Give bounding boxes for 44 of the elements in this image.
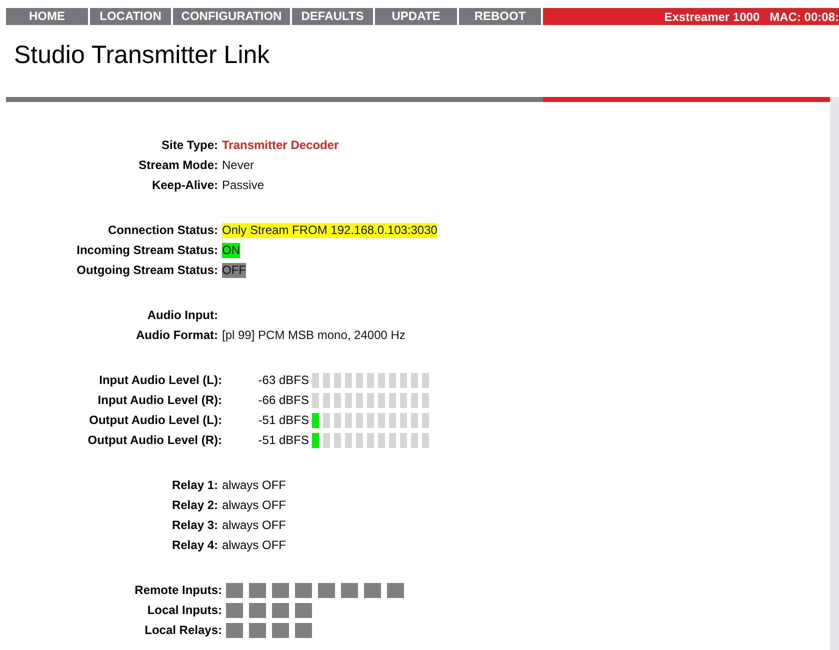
indicator-label: Local Relays:: [144, 622, 223, 639]
field-value: [pl 99] PCM MSB mono, 24000 Hz: [222, 328, 406, 342]
relay-value: always OFF: [222, 537, 286, 554]
field-value: OFF: [222, 262, 246, 278]
meter-label: Output Audio Level (L):: [88, 412, 222, 429]
meter-label: Input Audio Level (L):: [98, 372, 222, 389]
meter-reading: -51 dBFS: [257, 432, 310, 449]
relay-value: always OFF: [222, 477, 286, 494]
field-value: Never: [222, 158, 254, 172]
indicator-label: Remote Inputs:: [134, 582, 223, 599]
meter-label: Input Audio Level (R):: [96, 392, 222, 409]
relay-label: Relay 2:: [170, 497, 219, 514]
nav-tab[interactable]: CONFIGURATION: [173, 8, 290, 25]
nav-tab[interactable]: UPDATE: [375, 8, 457, 25]
field-value: Transmitter Decoder: [222, 138, 339, 152]
field-value: Only Stream FROM 192.168.0.103:3030: [222, 222, 438, 238]
field-label: Audio Format:: [135, 327, 219, 344]
meter-reading: -51 dBFS: [257, 412, 310, 429]
indicator-label: Local Inputs:: [146, 602, 223, 619]
mac-address: MAC: 00:08:: [770, 8, 839, 25]
field-value: Passive: [222, 178, 264, 192]
nav-tab[interactable]: DEFAULTS: [292, 8, 373, 25]
relay-label: Relay 3:: [170, 517, 219, 534]
nav-tab[interactable]: HOME: [6, 8, 88, 25]
field-value: ON: [222, 242, 240, 258]
meter-label: Output Audio Level (R):: [86, 432, 222, 449]
nav-tab[interactable]: LOCATION: [90, 8, 171, 25]
nav-tab[interactable]: REBOOT: [459, 8, 541, 25]
field-label: Outgoing Stream Status:: [76, 262, 219, 279]
relay-label: Relay 1:: [170, 477, 219, 494]
relay-value: always OFF: [222, 497, 286, 514]
relay-value: always OFF: [222, 517, 286, 534]
field-label: Incoming Stream Status:: [76, 242, 219, 259]
field-label: Keep-Alive:: [150, 177, 219, 194]
device-name: Exstreamer 1000: [664, 8, 760, 25]
field-label: Stream Mode:: [138, 157, 219, 174]
relay-label: Relay 4:: [170, 537, 219, 554]
scrollbar-track[interactable]: [830, 97, 839, 650]
field-label: Connection Status:: [107, 222, 219, 239]
field-label: Site Type:: [160, 137, 219, 154]
meter-reading: -63 dBFS: [257, 372, 310, 389]
field-label: Audio Input:: [146, 307, 219, 324]
meter-reading: -66 dBFS: [257, 392, 310, 409]
page-title: Studio Transmitter Link: [14, 40, 271, 70]
